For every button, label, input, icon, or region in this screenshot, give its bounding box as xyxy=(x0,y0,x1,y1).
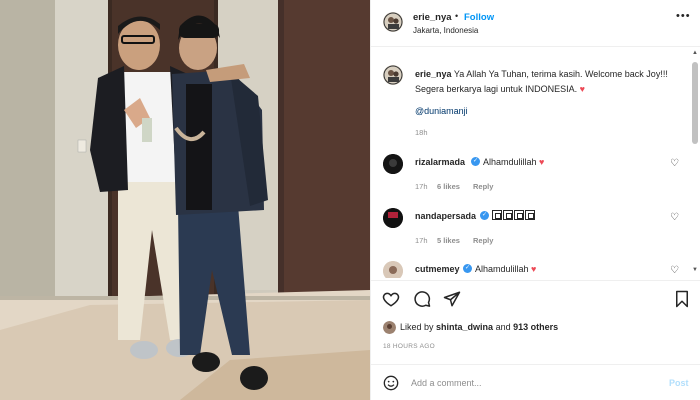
caption-mention-link[interactable]: @duniamanji xyxy=(415,106,468,116)
separator-dot: • xyxy=(455,11,459,21)
post-side-panel: erie_nya • Follow Jakarta, Indonesia •••… xyxy=(370,0,700,400)
liker-username[interactable]: shinta_dwina xyxy=(436,322,493,332)
commenter-avatar[interactable] xyxy=(383,261,403,278)
unrendered-emoji-glyphs xyxy=(492,210,535,220)
reply-button[interactable]: Reply xyxy=(473,236,493,245)
share-icon[interactable] xyxy=(443,290,461,308)
heart-emoji: ♥ xyxy=(539,157,545,167)
caption-text: erie_nya Ya Allah Ya Tuhan, terima kasih… xyxy=(415,67,685,97)
reply-button[interactable]: Reply xyxy=(473,182,493,191)
comment-text: Alhamdulillah xyxy=(475,264,529,274)
comment-item: rizalarmada ✓ Alhamdulillah ♥ 17h 6 like… xyxy=(371,154,700,204)
comment-like-heart-icon[interactable]: ♡ xyxy=(670,212,679,223)
more-horizontal-icon[interactable]: ••• xyxy=(676,10,691,22)
post-photo[interactable] xyxy=(0,0,370,400)
liker-avatar[interactable] xyxy=(383,321,396,334)
likes-others-link[interactable]: 913 others xyxy=(513,322,558,332)
comment-input[interactable] xyxy=(411,374,651,392)
commenter-username[interactable]: rizalarmada xyxy=(415,157,465,167)
likes-summary: Liked by shinta_dwina and 913 others xyxy=(383,320,693,336)
likes-text: Liked by shinta_dwina and 913 others xyxy=(400,322,558,332)
verified-badge-icon: ✓ xyxy=(471,157,480,166)
comment-icon[interactable] xyxy=(413,290,431,308)
comments-scrollbar[interactable]: ▲ ▼ xyxy=(691,48,699,278)
post-location[interactable]: Jakarta, Indonesia xyxy=(413,26,478,35)
commenter-username[interactable]: cutmemey xyxy=(415,264,460,274)
verified-badge-icon: ✓ xyxy=(480,211,489,220)
commenter-username[interactable]: nandapersada xyxy=(415,211,476,221)
action-bar xyxy=(371,280,700,320)
scroll-down-arrow-icon[interactable]: ▼ xyxy=(692,267,698,273)
liked-by-label: Liked by xyxy=(400,322,434,332)
comment-like-heart-icon[interactable]: ♡ xyxy=(670,158,679,169)
caption-body: Ya Allah Ya Tuhan, terima kasih. Welcome… xyxy=(415,69,668,94)
comment-like-heart-icon[interactable]: ♡ xyxy=(670,265,679,276)
caption-username[interactable]: erie_nya xyxy=(415,69,452,79)
author-username[interactable]: erie_nya xyxy=(413,12,452,23)
scroll-thumb[interactable] xyxy=(692,62,698,144)
author-avatar[interactable] xyxy=(383,12,403,32)
post-timestamp[interactable]: 18 HOURS AGO xyxy=(383,343,435,350)
post-photo-illustration xyxy=(0,0,370,400)
follow-button[interactable]: Follow xyxy=(464,12,494,23)
scroll-up-arrow-icon[interactable]: ▲ xyxy=(692,50,698,56)
save-icon[interactable] xyxy=(673,290,691,308)
heart-emoji: ♥ xyxy=(579,84,585,94)
comment-item: nandapersada ✓ 17h 5 likes Reply ♡ xyxy=(371,208,700,258)
heart-icon[interactable] xyxy=(382,290,400,308)
comment-item: cutmemey ✓ Alhamdulillah ♥ ♡ xyxy=(371,261,700,278)
commenter-avatar[interactable] xyxy=(383,154,403,174)
comment-time[interactable]: 17h xyxy=(415,182,428,191)
emoji-icon[interactable] xyxy=(383,375,399,391)
comment-time[interactable]: 17h xyxy=(415,236,428,245)
add-comment-bar: Post xyxy=(371,364,700,400)
heart-emoji: ♥ xyxy=(531,264,537,274)
post-header: erie_nya • Follow Jakarta, Indonesia ••• xyxy=(371,0,700,47)
verified-badge-icon: ✓ xyxy=(463,264,472,273)
comments-list[interactable]: erie_nya Ya Allah Ya Tuhan, terima kasih… xyxy=(371,48,700,278)
comment-likes[interactable]: 5 likes xyxy=(437,236,460,245)
caption-time[interactable]: 18h xyxy=(415,128,428,137)
likes-conjunction: and xyxy=(495,322,511,332)
post-comment-button[interactable]: Post xyxy=(669,378,689,388)
comment-text: Alhamdulillah xyxy=(483,157,537,167)
commenter-avatar[interactable] xyxy=(383,208,403,228)
comment-likes[interactable]: 6 likes xyxy=(437,182,460,191)
caption-avatar[interactable] xyxy=(383,65,403,85)
